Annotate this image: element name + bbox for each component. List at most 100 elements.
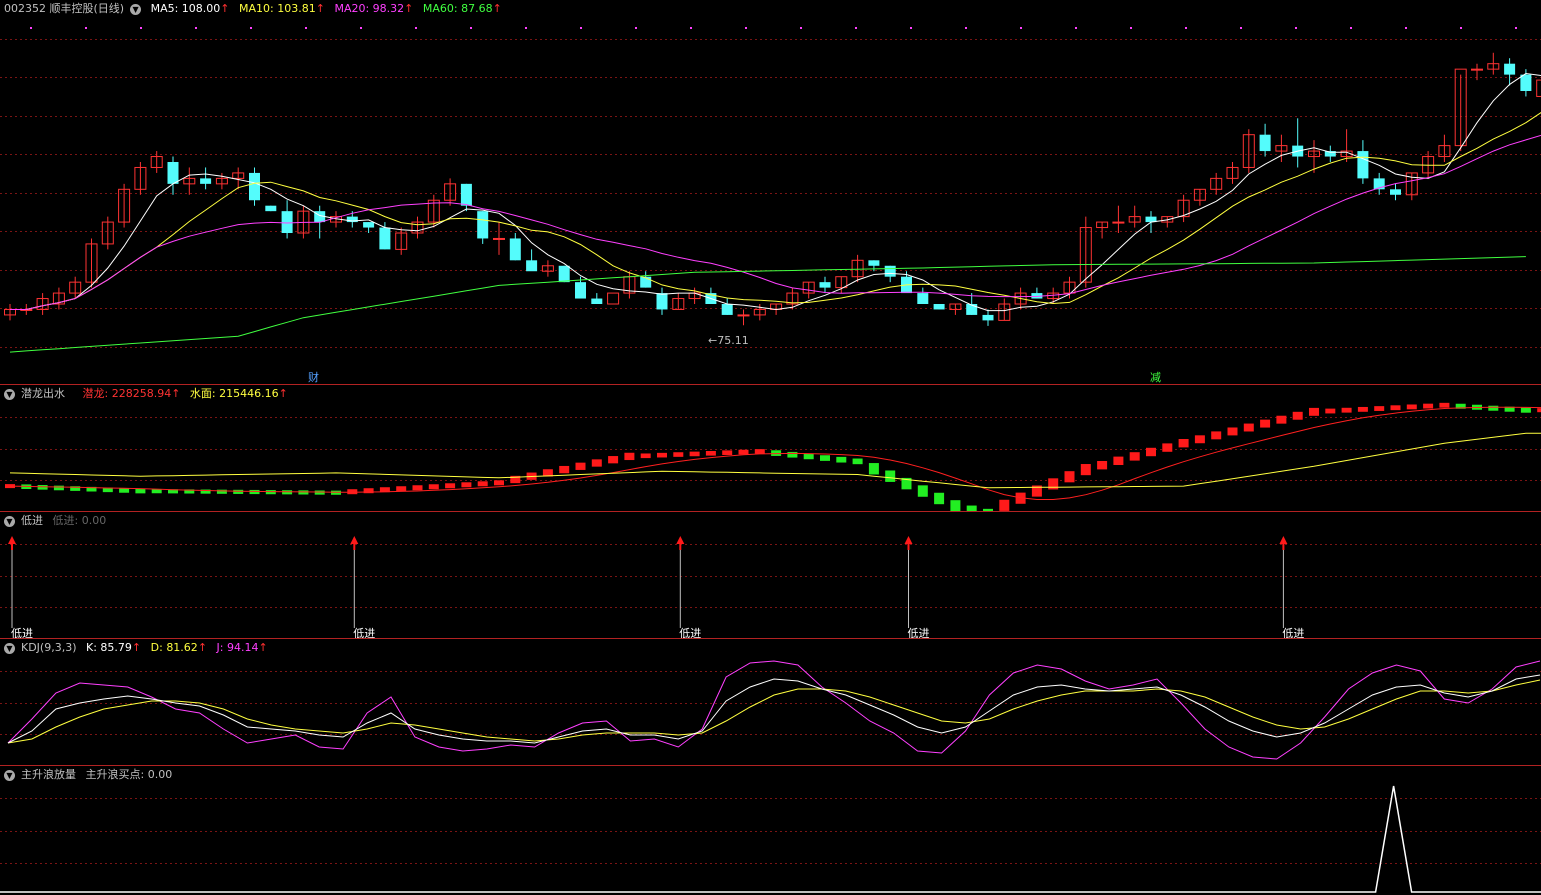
ma60-label: MA60: 87.68 bbox=[422, 2, 493, 15]
qianlong-bar bbox=[1325, 408, 1336, 414]
qianlong-bar bbox=[1146, 447, 1156, 457]
candle-body bbox=[982, 314, 994, 321]
zhushenglang-chart[interactable] bbox=[0, 766, 1541, 895]
qianlong-bar bbox=[1080, 464, 1091, 476]
top-marker-dot bbox=[690, 27, 692, 29]
candle-body bbox=[167, 162, 179, 184]
chevron-down-icon[interactable]: ▼ bbox=[130, 3, 142, 15]
candlestick-chart[interactable] bbox=[0, 0, 1541, 385]
qianlong-bar bbox=[1423, 403, 1434, 409]
qianlong-bar bbox=[787, 451, 798, 458]
qianlong-panel[interactable]: ▼ 潜龙出水 潜龙: 228258.94↑ 水面: 215446.16↑ bbox=[0, 384, 1541, 512]
qianlong-bar bbox=[1292, 411, 1303, 420]
top-marker-dot bbox=[965, 27, 967, 29]
dijin-name: 低进 bbox=[21, 514, 43, 527]
dijin-up-arrow-icon bbox=[8, 536, 16, 544]
dijin-up-arrow-icon bbox=[904, 536, 913, 544]
candle-body bbox=[1536, 79, 1541, 97]
dijin-header: ▼ 低进 低进: 0.00 bbox=[4, 514, 112, 528]
chevron-down-icon[interactable]: ▼ bbox=[4, 769, 15, 781]
candle-body bbox=[1520, 74, 1532, 91]
kdj-j: J: 94.14 bbox=[216, 641, 259, 654]
qianlong-bar bbox=[1537, 408, 1541, 413]
candle-body bbox=[281, 211, 293, 233]
top-marker-dot bbox=[1405, 27, 1407, 29]
qianlong-bar bbox=[1211, 431, 1222, 440]
qianlong-bar bbox=[575, 462, 586, 470]
kdj-panel[interactable]: ▼ KDJ(9,3,3) K: 85.79↑ D: 81.62↑ J: 94.14… bbox=[0, 638, 1541, 766]
qianlong-bar bbox=[1374, 406, 1385, 411]
candle-body bbox=[575, 282, 586, 299]
candle-body bbox=[379, 227, 391, 250]
qianlong-bar bbox=[53, 485, 64, 491]
top-marker-dot bbox=[195, 27, 197, 29]
ma60-line bbox=[9, 256, 1526, 353]
qianlong-bar bbox=[1048, 478, 1059, 490]
candle-body bbox=[737, 314, 750, 317]
candle-body bbox=[1259, 134, 1271, 152]
chevron-down-icon[interactable]: ▼ bbox=[4, 388, 15, 400]
top-marker-dot bbox=[1515, 27, 1517, 29]
qianlong-bar bbox=[1194, 435, 1205, 444]
qianlong-bar bbox=[917, 485, 928, 497]
qianlong-bar bbox=[999, 499, 1010, 511]
qianlong-bar bbox=[1276, 415, 1287, 424]
ma10-line bbox=[10, 112, 1541, 310]
kdj-chart[interactable] bbox=[0, 639, 1541, 766]
chevron-down-icon[interactable]: ▼ bbox=[4, 642, 15, 654]
qianlong-bar bbox=[298, 490, 309, 495]
up-arrow-icon: ↑ bbox=[404, 2, 414, 15]
qianlong-bar bbox=[1309, 407, 1319, 416]
top-marker-dot bbox=[85, 27, 87, 29]
main-header: 002352 顺丰控股(日线) ▼ MA5: 108.00↑ MA10: 103.… bbox=[4, 2, 508, 16]
qianlong-bar bbox=[1097, 461, 1108, 470]
qianlong-bar bbox=[673, 452, 684, 457]
qianlong-bar bbox=[836, 456, 847, 463]
kdj-header: ▼ KDJ(9,3,3) K: 85.79↑ D: 81.62↑ J: 94.14… bbox=[4, 641, 274, 655]
zhushenglang-header: ▼ 主升浪放量 主升浪买点: 0.00 bbox=[4, 768, 178, 782]
top-marker-dot bbox=[800, 27, 802, 29]
qianlong-bar bbox=[265, 490, 276, 495]
up-arrow-icon: ↑ bbox=[315, 2, 325, 15]
marker-jian[interactable]: 减 bbox=[1150, 369, 1161, 385]
top-marker-dot bbox=[140, 27, 142, 29]
qianlong-bar bbox=[1406, 404, 1417, 410]
qianlong-bar bbox=[705, 450, 716, 456]
candle-body bbox=[558, 265, 570, 283]
shuimian-line bbox=[9, 432, 1541, 489]
qianlong-bar bbox=[461, 482, 472, 488]
qianlong-bar bbox=[428, 484, 439, 490]
marker-cai[interactable]: 财 bbox=[308, 369, 319, 385]
main-price-panel[interactable]: 002352 顺丰控股(日线) ▼ MA5: 108.00↑ MA10: 103.… bbox=[0, 0, 1541, 385]
qianlong-bar bbox=[282, 490, 293, 495]
qianlong-chart[interactable] bbox=[0, 385, 1541, 512]
candle-body bbox=[868, 260, 880, 266]
chevron-down-icon[interactable]: ▼ bbox=[4, 515, 15, 527]
candle-body bbox=[363, 222, 375, 228]
candle-body bbox=[493, 237, 505, 240]
qianlong-bar bbox=[249, 489, 260, 495]
qianlong-bar bbox=[591, 459, 602, 467]
kdj-j-line bbox=[7, 660, 1541, 760]
qianlong-bar bbox=[1064, 471, 1075, 483]
candle-body bbox=[1390, 189, 1401, 195]
dijin-chart[interactable] bbox=[0, 512, 1541, 639]
zhushenglang-panel[interactable]: ▼ 主升浪放量 主升浪买点: 0.00 bbox=[0, 765, 1541, 895]
dijin-up-arrow-icon bbox=[1279, 536, 1288, 544]
up-arrow-icon: ↑ bbox=[220, 2, 230, 15]
candle-body bbox=[509, 238, 521, 261]
qianlong-bar bbox=[738, 449, 749, 455]
top-marker-dot bbox=[1020, 27, 1022, 29]
qianlong-bar bbox=[1520, 407, 1531, 413]
qianlong-bar bbox=[1341, 407, 1352, 413]
zhushenglang-value: 主升浪买点: 0.00 bbox=[85, 768, 173, 781]
top-marker-dot bbox=[745, 27, 747, 29]
qianlong-bar bbox=[689, 451, 700, 457]
top-marker-dot bbox=[360, 27, 362, 29]
qianlong-bar bbox=[657, 452, 667, 458]
up-arrow-icon: ↑ bbox=[492, 2, 502, 15]
candle-body bbox=[249, 172, 260, 201]
candle-body bbox=[1112, 221, 1125, 224]
dijin-panel[interactable]: ▼ 低进 低进: 0.00 低进 低进 低进 低进 低进 bbox=[0, 511, 1541, 640]
up-arrow-icon: ↑ bbox=[278, 387, 288, 400]
